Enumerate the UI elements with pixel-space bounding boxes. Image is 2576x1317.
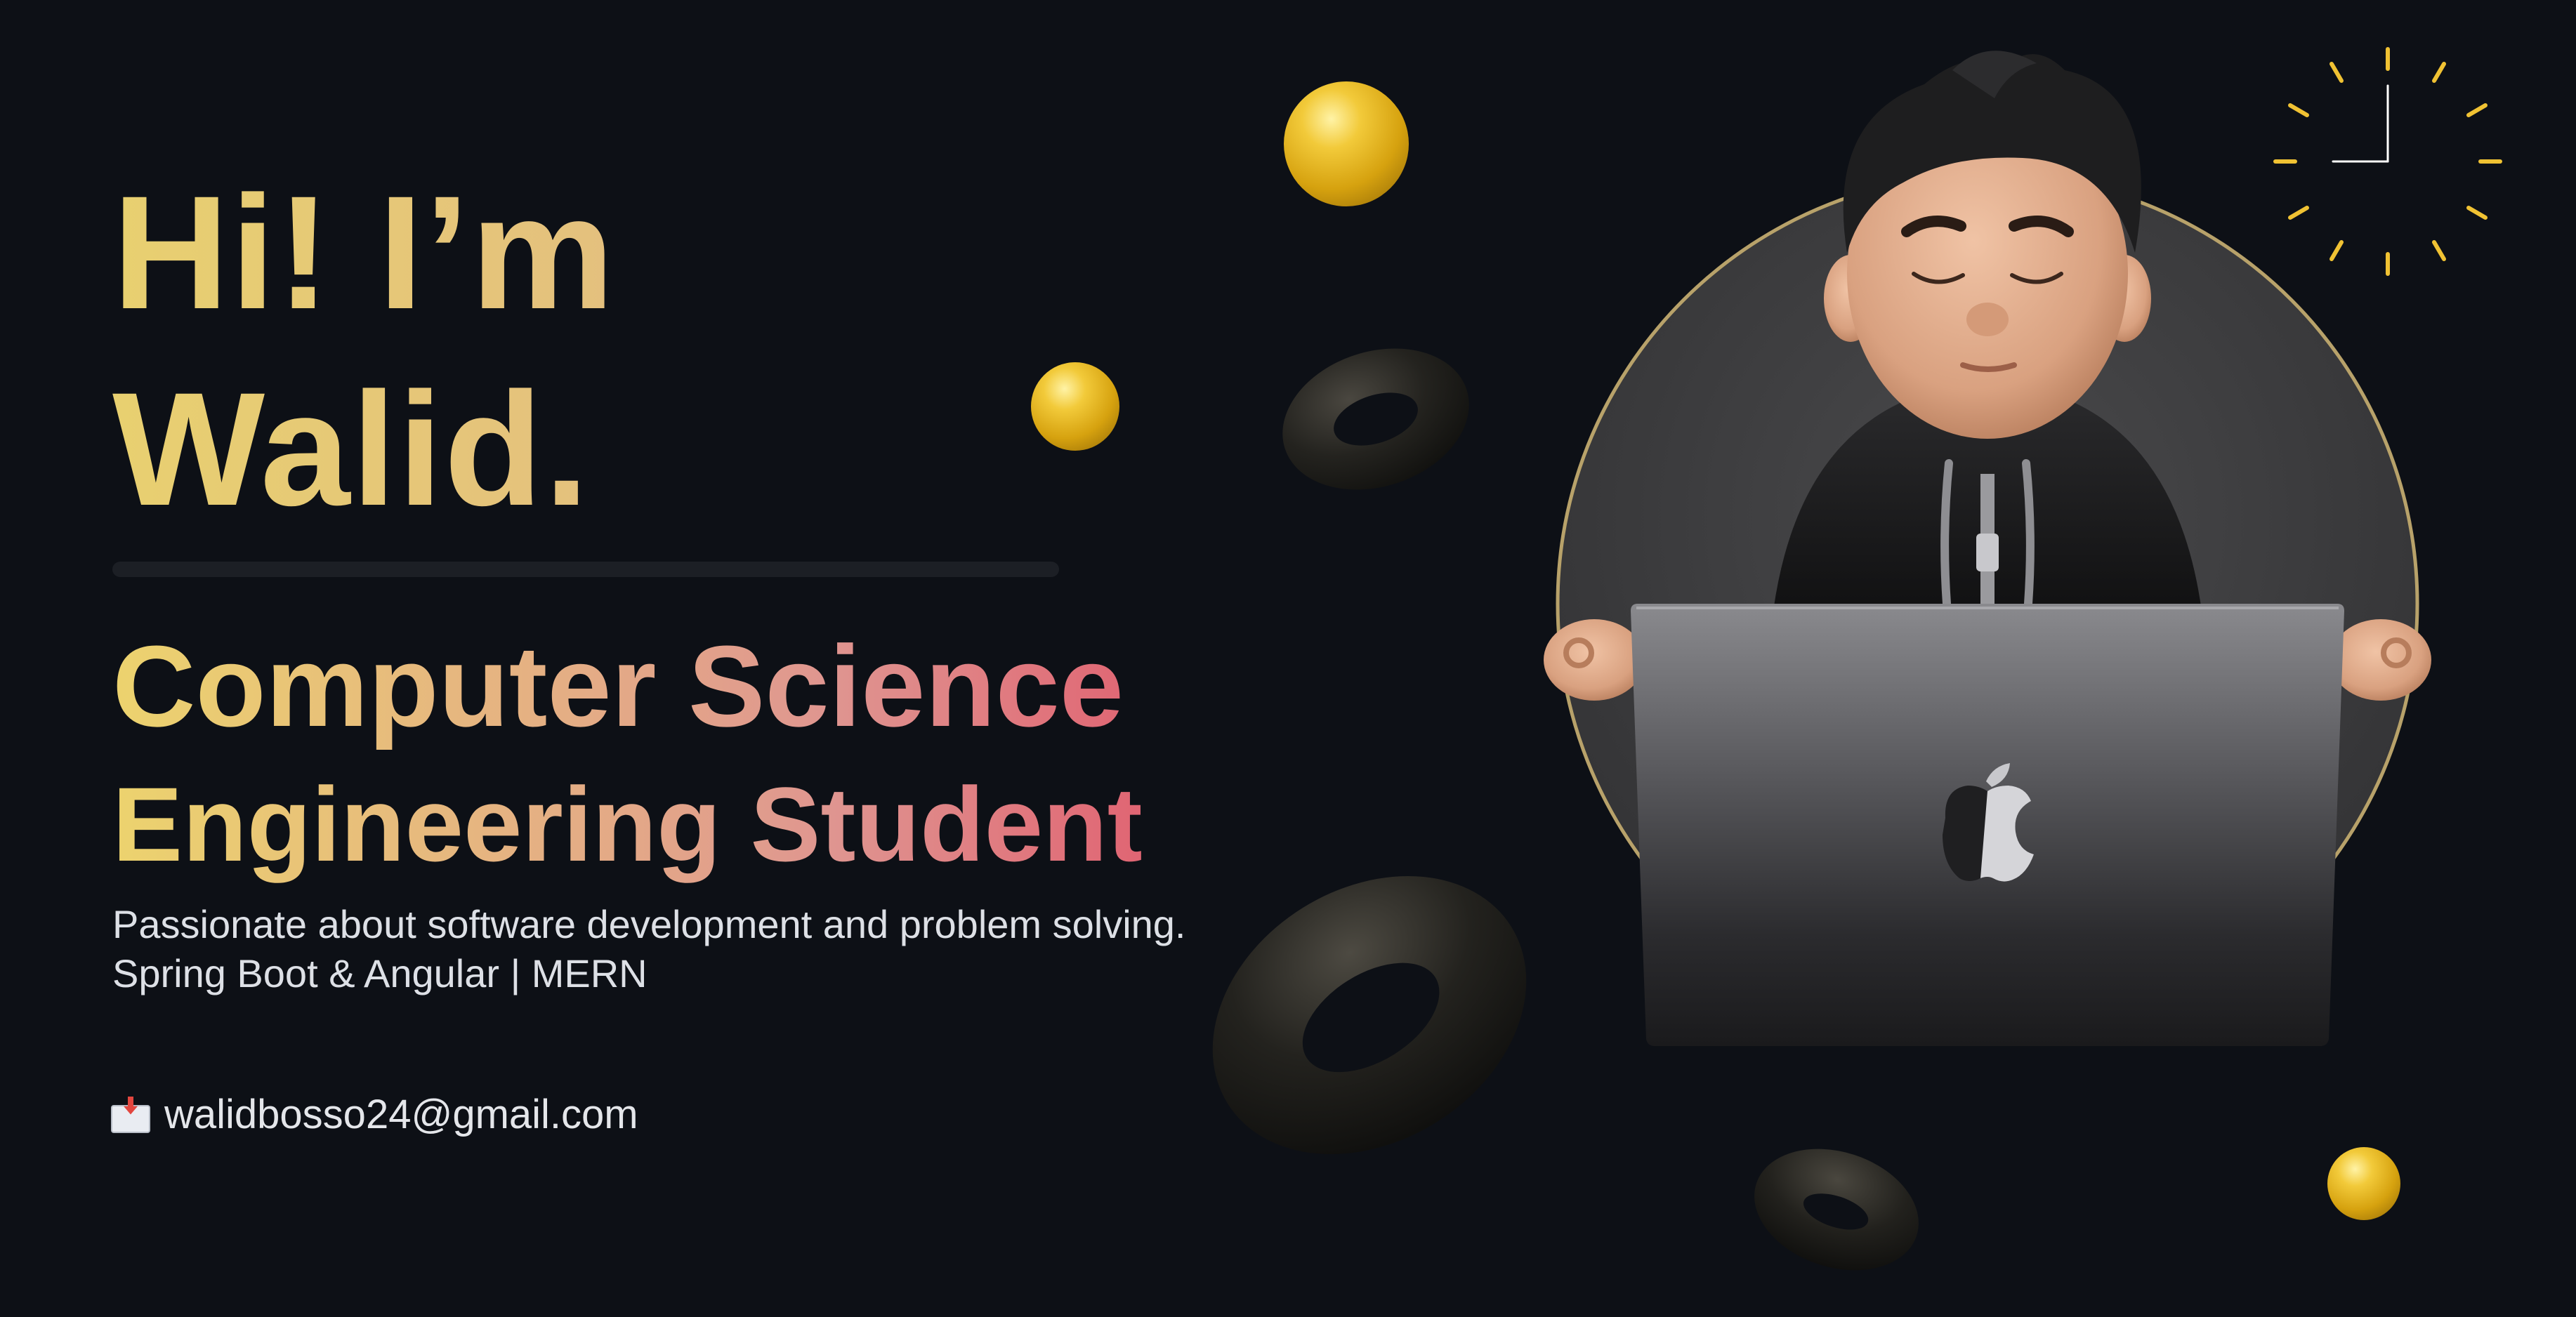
hero-subtitle: Computer Science Engineering Student <box>112 618 1143 893</box>
gold-sphere-decoration <box>1284 81 1409 206</box>
divider <box>112 562 1059 577</box>
hero-section: Hi! I’m Walid. Computer Science Engineer… <box>0 0 2576 1317</box>
hero-greeting: Hi! I’m Walid. <box>112 154 616 548</box>
email-link[interactable]: walidbosso24@gmail.com <box>111 1091 638 1138</box>
subtitle-line-2: Engineering Student <box>112 755 1143 893</box>
torus-decoration <box>1212 875 1527 1155</box>
subtitle-line-1: Computer Science <box>112 618 1143 755</box>
gold-sphere-decoration <box>1031 362 1119 451</box>
email-text: walidbosso24@gmail.com <box>164 1092 638 1137</box>
tagline-line-1: Passionate about software development an… <box>112 902 1186 946</box>
hero-tagline: Passionate about software development an… <box>112 900 1186 998</box>
greeting-line-1: Hi! I’m <box>112 154 616 351</box>
torus-decoration <box>1282 348 1469 490</box>
torus-decoration <box>1754 1149 1919 1271</box>
greeting-line-2: Walid. <box>112 351 616 548</box>
avatar-illustration <box>1544 51 2431 1046</box>
tagline-line-2: Spring Boot & Angular | MERN <box>112 951 648 995</box>
gold-sphere-decoration <box>2327 1147 2400 1220</box>
incoming-envelope-icon <box>111 1096 152 1133</box>
